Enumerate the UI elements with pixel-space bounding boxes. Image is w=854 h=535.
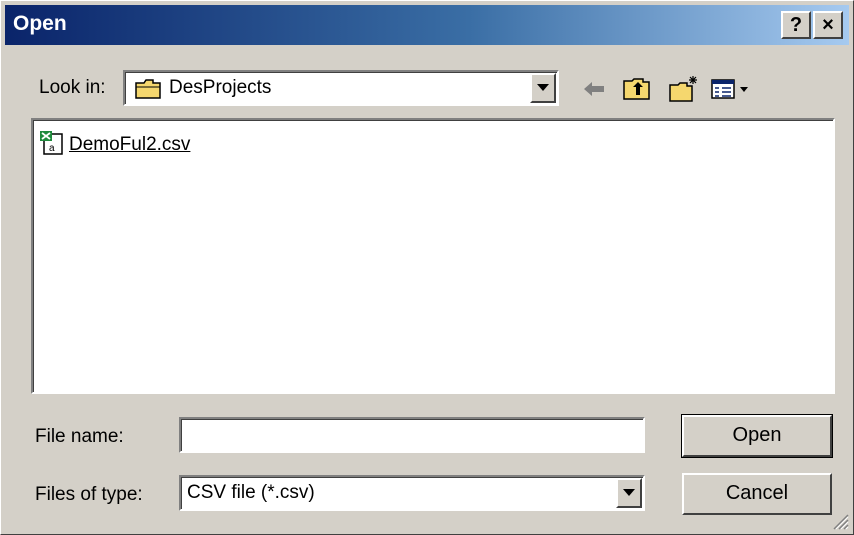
back-button[interactable]: [578, 73, 610, 105]
open-button[interactable]: Open: [681, 414, 833, 458]
cancel-button[interactable]: Cancel: [682, 473, 832, 515]
look-in-combobox[interactable]: DesProjects: [123, 70, 559, 106]
file-list[interactable]: a DemoFul2.csv: [31, 118, 835, 394]
file-type-combobox[interactable]: CSV file (*.csv): [179, 475, 645, 511]
svg-text:a: a: [49, 143, 55, 154]
chevron-down-icon: [623, 489, 635, 496]
help-button[interactable]: ?: [781, 11, 811, 39]
csv-file-icon: a: [39, 130, 67, 161]
view-menu-button[interactable]: [709, 73, 755, 105]
close-button[interactable]: ×: [813, 11, 843, 39]
up-folder-icon: [623, 78, 650, 100]
folder-icon: [135, 78, 163, 105]
new-folder-button[interactable]: [667, 73, 699, 105]
file-type-value: CSV file (*.csv): [187, 482, 315, 503]
new-folder-icon: [669, 76, 697, 102]
chevron-down-icon: [537, 84, 549, 91]
open-dialog: Open ? × Look in: DesProjects a DemoFul2…: [0, 0, 854, 535]
look-in-dropdown-button[interactable]: [530, 73, 556, 103]
look-in-value: DesProjects: [169, 77, 272, 98]
up-folder-button[interactable]: [621, 73, 653, 105]
title-bar[interactable]: Open ? ×: [5, 5, 849, 45]
view-menu-icon: [711, 79, 748, 99]
file-name-field[interactable]: [179, 417, 645, 453]
back-arrow-icon: [584, 82, 604, 96]
window-title: Open: [13, 12, 67, 35]
file-type-label: Files of type:: [35, 484, 143, 505]
file-name-label: File name:: [35, 426, 124, 447]
file-name-text: DemoFul2.csv: [69, 134, 191, 155]
file-type-dropdown-button[interactable]: [616, 478, 642, 508]
look-in-label: Look in:: [39, 77, 106, 98]
resize-grip-icon[interactable]: [831, 512, 849, 530]
